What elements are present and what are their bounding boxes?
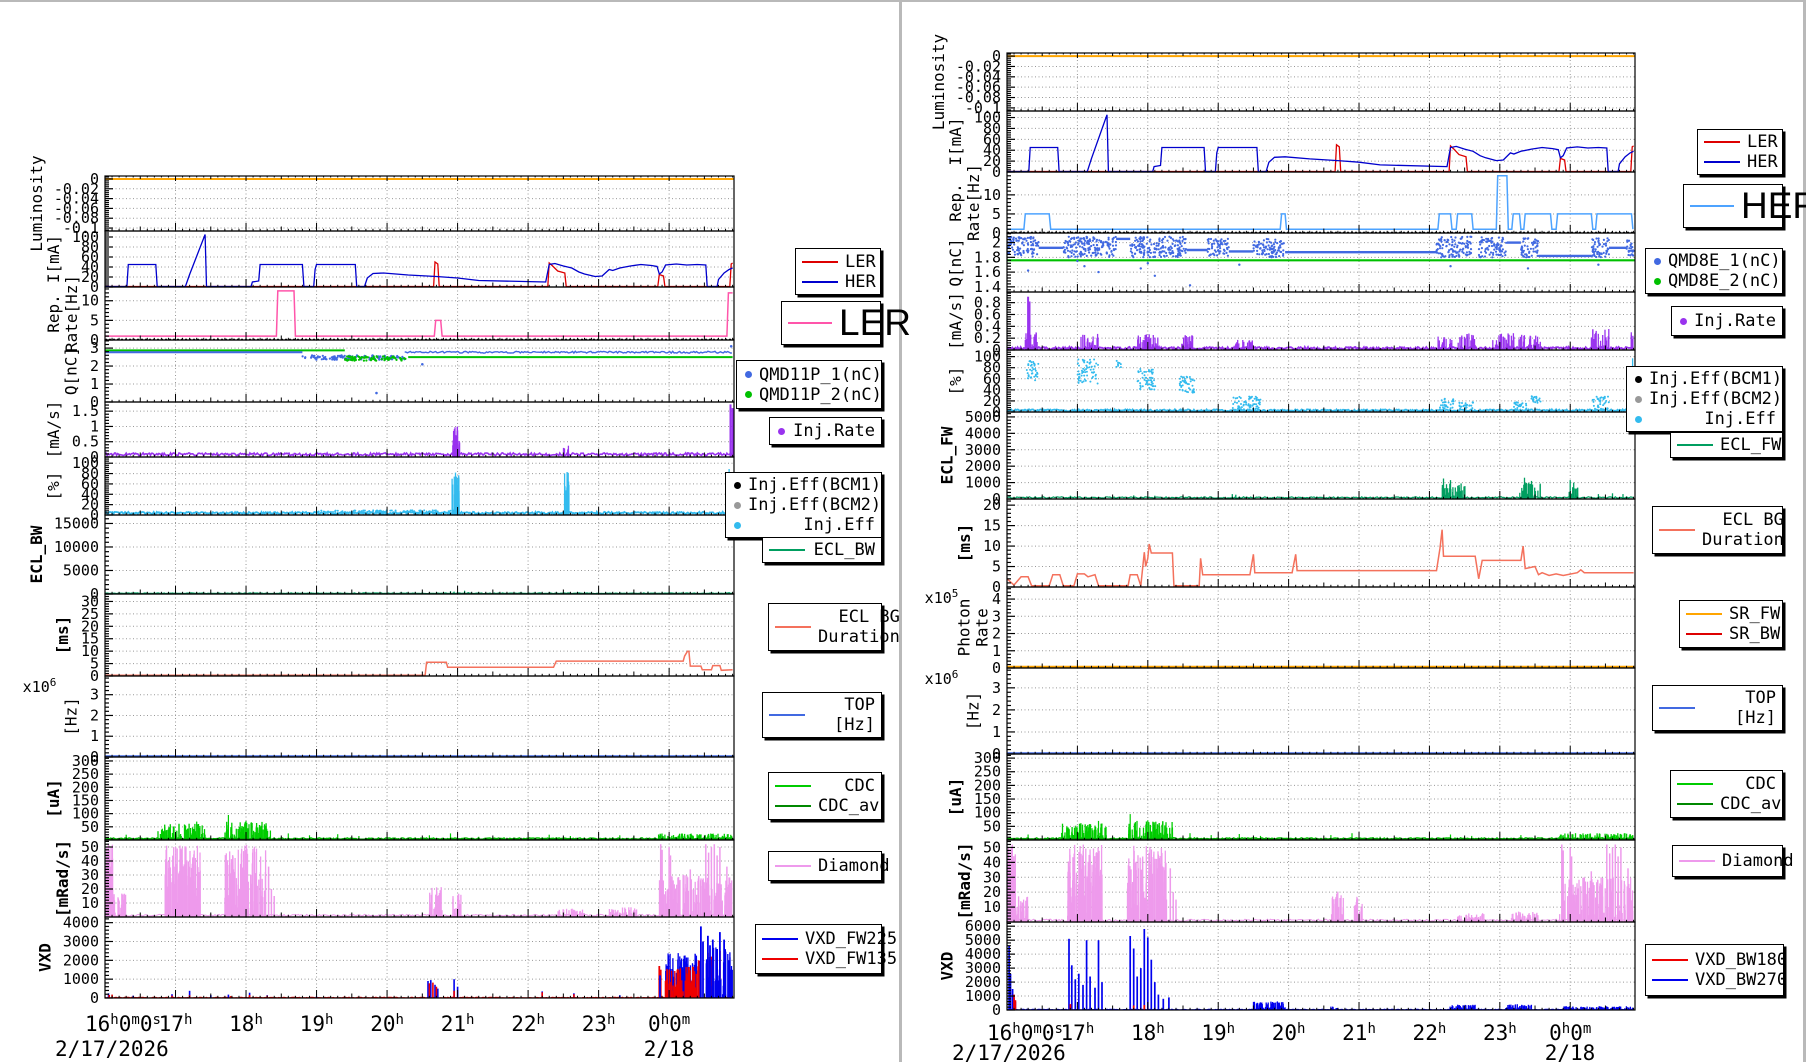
right-subplot-reprate: 0510Rep.Rate[Hz] [946, 164, 1635, 242]
svg-text:15000: 15000 [54, 514, 99, 532]
svg-text:ECL_BW: ECL_BW [27, 525, 46, 583]
right-xtick-18h: 18h [1131, 1021, 1165, 1045]
svg-text:3000: 3000 [63, 932, 99, 950]
svg-text:10: 10 [81, 292, 99, 310]
left-date-0: 2/17/2026 [55, 1037, 169, 1061]
right-xtick-19h: 19h [1201, 1021, 1235, 1045]
left-subplot-current: 020406080100I[mA] [44, 228, 734, 296]
left-subplot-vxd: 01000200030004000 VXD [36, 914, 734, 1007]
right-xtick-22h: 22h [1413, 1021, 1447, 1045]
svg-text:Rep.: Rep. [946, 183, 965, 222]
svg-text:2: 2 [90, 706, 99, 724]
right-subplot-cdc: 50100150200250300[uA] [946, 749, 1635, 840]
left-subplot-injrate: 00.511.5[mA/s] [44, 401, 734, 466]
left-xtick-21h: 21h [441, 1012, 475, 1036]
svg-text:5: 5 [90, 311, 99, 329]
svg-text:10000: 10000 [54, 538, 99, 556]
right-subplot-eclbg: 05101520[ms] [955, 496, 1635, 596]
left-date-1: 2/18 [644, 1037, 695, 1061]
svg-text:0: 0 [90, 989, 99, 1007]
left-subplot-diamond: 1020304050[mRad/s] [53, 838, 734, 917]
left-subplot-injeff: 020406080100[%] [44, 454, 734, 524]
svg-text:1: 1 [90, 727, 99, 745]
svg-text:Q[nC]: Q[nC] [61, 347, 80, 395]
left-subplot-toprate: 0123[Hz]x106 [23, 676, 734, 766]
svg-text:2: 2 [992, 234, 1001, 252]
svg-text:I[mA]: I[mA] [44, 235, 63, 283]
right-subplot-photon: 01234PhotonRatex105 [925, 587, 1635, 677]
svg-text:5: 5 [992, 205, 1001, 223]
svg-text:50: 50 [81, 838, 99, 856]
svg-text:2000: 2000 [63, 951, 99, 969]
left-xtick-20h: 20h [370, 1012, 404, 1036]
left-subplot-eclbg: 051015202530[ms] [53, 592, 734, 685]
svg-text:[%]: [%] [44, 472, 63, 501]
left-xtick-22h: 22h [511, 1012, 545, 1036]
svg-text:100: 100 [72, 454, 99, 472]
right-subplot-eclfw: 010002000300040005000ECL_FW [938, 408, 1635, 508]
svg-text:4000: 4000 [63, 914, 99, 932]
svg-text:[uA]: [uA] [44, 779, 63, 818]
svg-text:Rate[Hz]: Rate[Hz] [62, 275, 81, 352]
svg-text:10: 10 [983, 186, 1001, 204]
right-xtick-23h: 23h [1483, 1021, 1517, 1045]
right-subplot-injeff: 020406080100[%] [946, 348, 1635, 421]
left-xtick-17h: 17h [159, 1012, 193, 1036]
left-subplot-charge: 0123Q[nC] [61, 339, 734, 411]
right-subplot-injrate: 00.20.40.60.8[mA/s] [946, 292, 1635, 359]
svg-text:[mA/s]: [mA/s] [44, 401, 63, 459]
svg-text:1: 1 [90, 375, 99, 393]
svg-text:1000: 1000 [63, 970, 99, 988]
svg-text:Rate[Hz]: Rate[Hz] [964, 164, 983, 241]
charts-canvas: 0-0.02-0.04-0.06-0.08-0.1Luminosity 02040… [0, 0, 1806, 1062]
svg-text:3: 3 [90, 339, 99, 357]
svg-text:5000: 5000 [63, 561, 99, 579]
left-xtick-18h: 18h [229, 1012, 263, 1036]
right-subplot-current: 020406080100I[mA] [946, 109, 1635, 181]
svg-text:x106: x106 [23, 676, 57, 696]
beam-monitor-dashboard: 0-0.02-0.04-0.06-0.08-0.1Luminosity 02040… [0, 0, 1806, 1062]
svg-text:30: 30 [81, 592, 99, 610]
left-panel: 0-0.02-0.04-0.06-0.08-0.1Luminosity02040… [23, 155, 734, 1061]
svg-text:100: 100 [72, 228, 99, 246]
svg-text:VXD: VXD [36, 943, 55, 972]
left-subplot-cdc: 50100150200250300[uA] [44, 752, 734, 840]
right-xtick-20h: 20h [1272, 1021, 1306, 1045]
svg-text:300: 300 [72, 752, 99, 770]
svg-text:Rep.: Rep. [44, 294, 63, 333]
svg-text:[mRad/s]: [mRad/s] [53, 840, 72, 917]
right-panel: 0-0.02-0.04-0.06-0.08-0.1Luminosity 02040… [925, 33, 1635, 1062]
svg-text:Luminosity: Luminosity [929, 33, 948, 130]
right-date-0: 2/17/2026 [952, 1041, 1066, 1062]
svg-text:1.5: 1.5 [72, 402, 99, 420]
svg-text:3: 3 [90, 686, 99, 704]
svg-text:2: 2 [90, 357, 99, 375]
svg-text:I[mA]: I[mA] [946, 117, 965, 165]
right-subplot-diamond: 1020304050[mRad/s] [955, 838, 1635, 922]
right-date-1: 2/18 [1545, 1041, 1596, 1062]
svg-text:[ms]: [ms] [53, 616, 72, 655]
right-xtick-21h: 21h [1342, 1021, 1376, 1045]
left-subplot-eclbw: 050001000015000ECL_BW [27, 514, 734, 603]
svg-text:Luminosity: Luminosity [27, 155, 46, 252]
svg-text:100: 100 [974, 109, 1001, 127]
svg-text:[Hz]: [Hz] [61, 697, 80, 736]
right-subplot-charge: 1.41.61.82Q[nC] [946, 233, 1635, 296]
left-xtick-19h: 19h [300, 1012, 334, 1036]
right-subplot-vxd: 0100020003000400050006000VXD [938, 917, 1635, 1019]
right-subplot-luminosity: 0-0.02-0.04-0.06-0.08-0.1Luminosity [929, 33, 1635, 130]
left-xtick-16h0m0s: 16h0m0s [85, 1012, 161, 1036]
left-xtick-0h0m: 0h0m [648, 1012, 690, 1036]
right-subplot-toprate: 0123[Hz]x106 [925, 668, 1635, 763]
left-xtick-23h: 23h [582, 1012, 616, 1036]
